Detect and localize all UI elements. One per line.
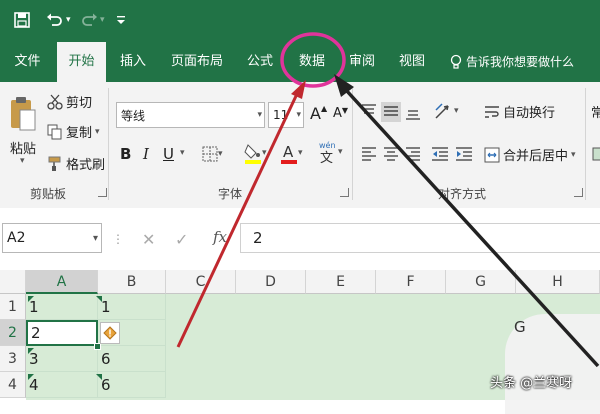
annotation-layer	[176, 32, 600, 368]
red-arrow	[176, 95, 298, 348]
watermark: 头条 @兰寒呀	[490, 376, 573, 391]
black-arrow	[344, 88, 600, 368]
highlight-circle	[280, 32, 346, 88]
